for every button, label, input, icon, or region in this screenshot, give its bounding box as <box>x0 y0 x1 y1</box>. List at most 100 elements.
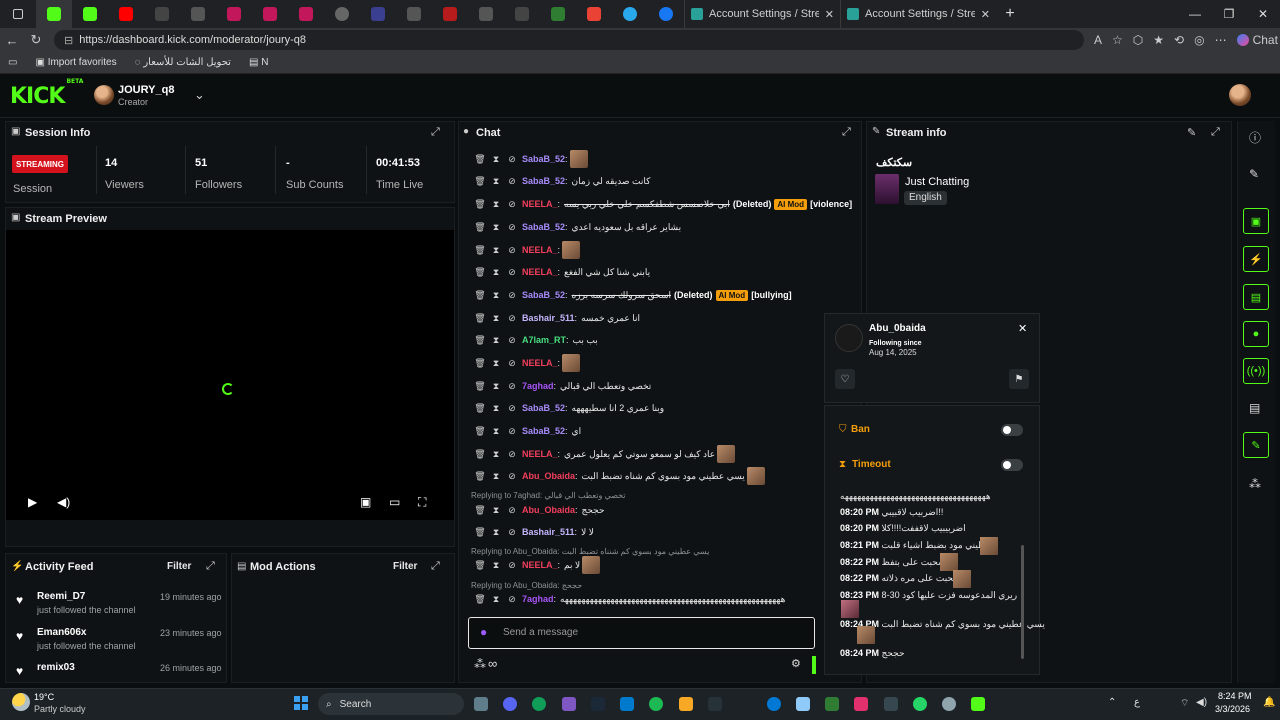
file-explorer-icon[interactable] <box>679 697 693 711</box>
chat-username[interactable]: Bashair_511 <box>522 527 575 537</box>
expand-icon[interactable]: ⤢ <box>431 560 440 573</box>
profile-icon[interactable]: ◎ <box>1194 33 1204 47</box>
ban-icon[interactable]: ⊘ <box>504 527 520 538</box>
timeout-icon[interactable]: ⧗ <box>488 505 504 516</box>
ban-icon[interactable]: ⊘ <box>504 199 520 210</box>
timeout-icon[interactable]: ⧗ <box>488 426 504 437</box>
wifi-icon[interactable]: ⌔ <box>1180 697 1189 710</box>
ban-icon[interactable]: ⊘ <box>504 594 520 605</box>
tab-kick[interactable] <box>72 0 108 28</box>
delete-icon[interactable]: 🗑 <box>472 449 488 460</box>
chat-message[interactable]: 🗑 ⧗ ⊘ Abu_Obaida: يسي عطيني مود بسوي كم شن… <box>472 467 765 485</box>
chat-username[interactable]: SabaB_52 <box>522 154 565 164</box>
expand-icon[interactable]: ⤢ <box>431 126 440 139</box>
chat-message[interactable]: 🗑 ⧗ ⊘ SabaB_52: كانت صديقه لي زمان <box>472 172 650 190</box>
tab-streamlabs-settings-2[interactable]: Account Settings / Streamlabs ✕ <box>840 0 996 28</box>
tab-generic-3[interactable] <box>468 0 504 28</box>
new-tab-icon[interactable]: + <box>996 5 1024 23</box>
favorite-item[interactable]: ▤ N <box>249 57 268 68</box>
delete-icon[interactable]: 🗑 <box>472 381 488 392</box>
extensions-icon[interactable]: ⬡ <box>1133 33 1143 47</box>
chat-message[interactable]: 🗑 ⧗ ⊘ SabaB_52: اي <box>472 422 581 440</box>
tab-generic-4[interactable] <box>504 0 540 28</box>
broadcast-toggle-button[interactable]: ((•)) <box>1243 358 1269 384</box>
chat-username[interactable]: A7lam_RT <box>522 335 566 345</box>
chat-username[interactable]: SabaB_52 <box>522 176 565 186</box>
chat-message[interactable]: 🗑 ⧗ ⊘ NEELA_: عاد كيف لو سمعو سوتي كم يعلو… <box>472 445 736 463</box>
ban-icon[interactable]: ⊘ <box>504 176 520 187</box>
ban-icon[interactable]: ⊘ <box>504 335 520 346</box>
chat-username[interactable]: NEELA_ <box>522 199 558 209</box>
site-info-icon[interactable]: ⊟ <box>64 34 73 47</box>
timeout-icon[interactable]: ⧗ <box>488 527 504 538</box>
reply-context[interactable]: Replying to Abu_Obaida: حجحج <box>471 581 582 590</box>
edit-icon[interactable]: ✎ <box>1249 167 1259 181</box>
task-view-icon[interactable] <box>474 697 488 711</box>
delete-icon[interactable]: 🗑 <box>472 199 488 210</box>
tab-x[interactable] <box>144 0 180 28</box>
mod-actions-toggle-button[interactable]: ▤ <box>1243 284 1269 310</box>
ban-icon[interactable]: ⊘ <box>504 313 520 324</box>
delete-icon[interactable]: 🗑 <box>472 222 488 233</box>
chat-message[interactable]: 🗑 ⧗ ⊘ 7aghad: تخصي وتعطب الي قبالي <box>472 377 651 395</box>
info-icon[interactable]: ⓘ <box>1249 129 1261 146</box>
close-tab-icon[interactable]: ✕ <box>825 8 834 21</box>
play-icon[interactable]: ▶ <box>28 495 37 509</box>
weather-icon[interactable] <box>12 693 30 711</box>
weather-temp[interactable]: 19°C <box>34 692 54 702</box>
terminal-icon[interactable] <box>708 697 722 711</box>
delete-icon[interactable]: 🗑 <box>472 335 488 346</box>
gear-icon[interactable]: ⚙ <box>791 657 801 670</box>
chat-message[interactable]: 🗑 ⧗ ⊘ SabaB_52: اسحق سرولك سرسه برزه (Dele… <box>472 286 792 304</box>
ban-toggle[interactable] <box>1001 424 1023 436</box>
tab-streamlabs-settings-1[interactable]: Account Settings / Streamlabs ✕ <box>684 0 840 28</box>
delete-icon[interactable]: 🗑 <box>472 403 488 414</box>
close-window-icon[interactable]: ✕ <box>1246 7 1280 21</box>
spotify-icon[interactable] <box>649 697 663 711</box>
chevron-up-icon[interactable]: ⌃ <box>1108 697 1116 708</box>
ban-icon[interactable]: ⊘ <box>504 290 520 301</box>
expand-icon[interactable]: ⤢ <box>206 560 215 573</box>
chat-username[interactable]: SabaB_52 <box>522 222 565 232</box>
heart-icon[interactable]: ♡ <box>835 369 855 389</box>
read-aloud-icon[interactable]: A <box>1094 33 1102 47</box>
copilot-button[interactable]: Chat <box>1236 33 1278 47</box>
reply-context[interactable]: Replying to 7aghad: تخصي وتعطب الي قبالي <box>471 491 626 500</box>
chevron-down-icon[interactable]: ⌄ <box>194 87 205 103</box>
notification-icon[interactable]: 🔔 <box>1263 697 1275 708</box>
tab-generic-2[interactable] <box>396 0 432 28</box>
chat-username[interactable]: SabaB_52 <box>522 290 565 300</box>
delete-icon[interactable]: 🗑 <box>472 290 488 301</box>
channel-avatar[interactable] <box>94 85 114 105</box>
url-field[interactable]: ⊟ https://dashboard.kick.com/moderator/j… <box>54 30 1084 50</box>
delete-icon[interactable]: 🗑 <box>472 176 488 187</box>
timeout-icon[interactable]: ⧗ <box>488 358 504 369</box>
chat-message[interactable]: 🗑 ⧗ ⊘ Bashair_511: انا عمري خمسه <box>472 309 640 327</box>
chat-message[interactable]: 🗑 ⧗ ⊘ Bashair_511: لا لا <box>472 523 594 541</box>
chat-message[interactable]: 🗑 ⧗ ⊘ SabaB_52: بشاير عراقه بل سعوديه اعدي <box>472 218 681 236</box>
maximize-icon[interactable]: ❐ <box>1212 7 1246 21</box>
taskbar-search[interactable]: ⌕ Search <box>318 693 464 715</box>
video-player[interactable] <box>6 230 454 520</box>
chat-username[interactable]: NEELA_ <box>522 245 558 255</box>
ban-icon[interactable]: ⊘ <box>504 426 520 437</box>
ban-icon[interactable]: ⊘ <box>504 505 520 516</box>
chat-username[interactable]: Abu_Obaida <box>522 505 575 515</box>
delete-icon[interactable]: 🗑 <box>472 560 488 571</box>
notepad-icon[interactable] <box>796 697 810 711</box>
xbox-icon[interactable] <box>825 697 839 711</box>
timeout-icon[interactable]: ⧗ <box>488 449 504 460</box>
chat-username[interactable]: SabaB_52 <box>522 426 565 436</box>
chat-toggle-button[interactable]: ● <box>1243 321 1269 347</box>
tab-facebook[interactable] <box>648 0 684 28</box>
chat-message[interactable]: 🗑 ⧗ ⊘ Abu_Obaida: حجحج <box>472 501 604 519</box>
favorite-star-icon[interactable]: ☆ <box>1112 33 1123 47</box>
timeout-icon[interactable]: ⧗ <box>488 313 504 324</box>
timeout-icon[interactable]: ⧗ <box>488 222 504 233</box>
delete-icon[interactable]: 🗑 <box>472 154 488 165</box>
chat-message[interactable]: 🗑 ⧗ ⊘ SabaB_52: <box>472 150 588 168</box>
browser-icon[interactable] <box>767 697 781 711</box>
delete-icon[interactable]: 🗑 <box>472 267 488 278</box>
back-icon[interactable]: ← <box>0 33 24 48</box>
reply-context[interactable]: Replying to Abu_Obaida: يسي عطيني مود بس… <box>471 547 709 556</box>
